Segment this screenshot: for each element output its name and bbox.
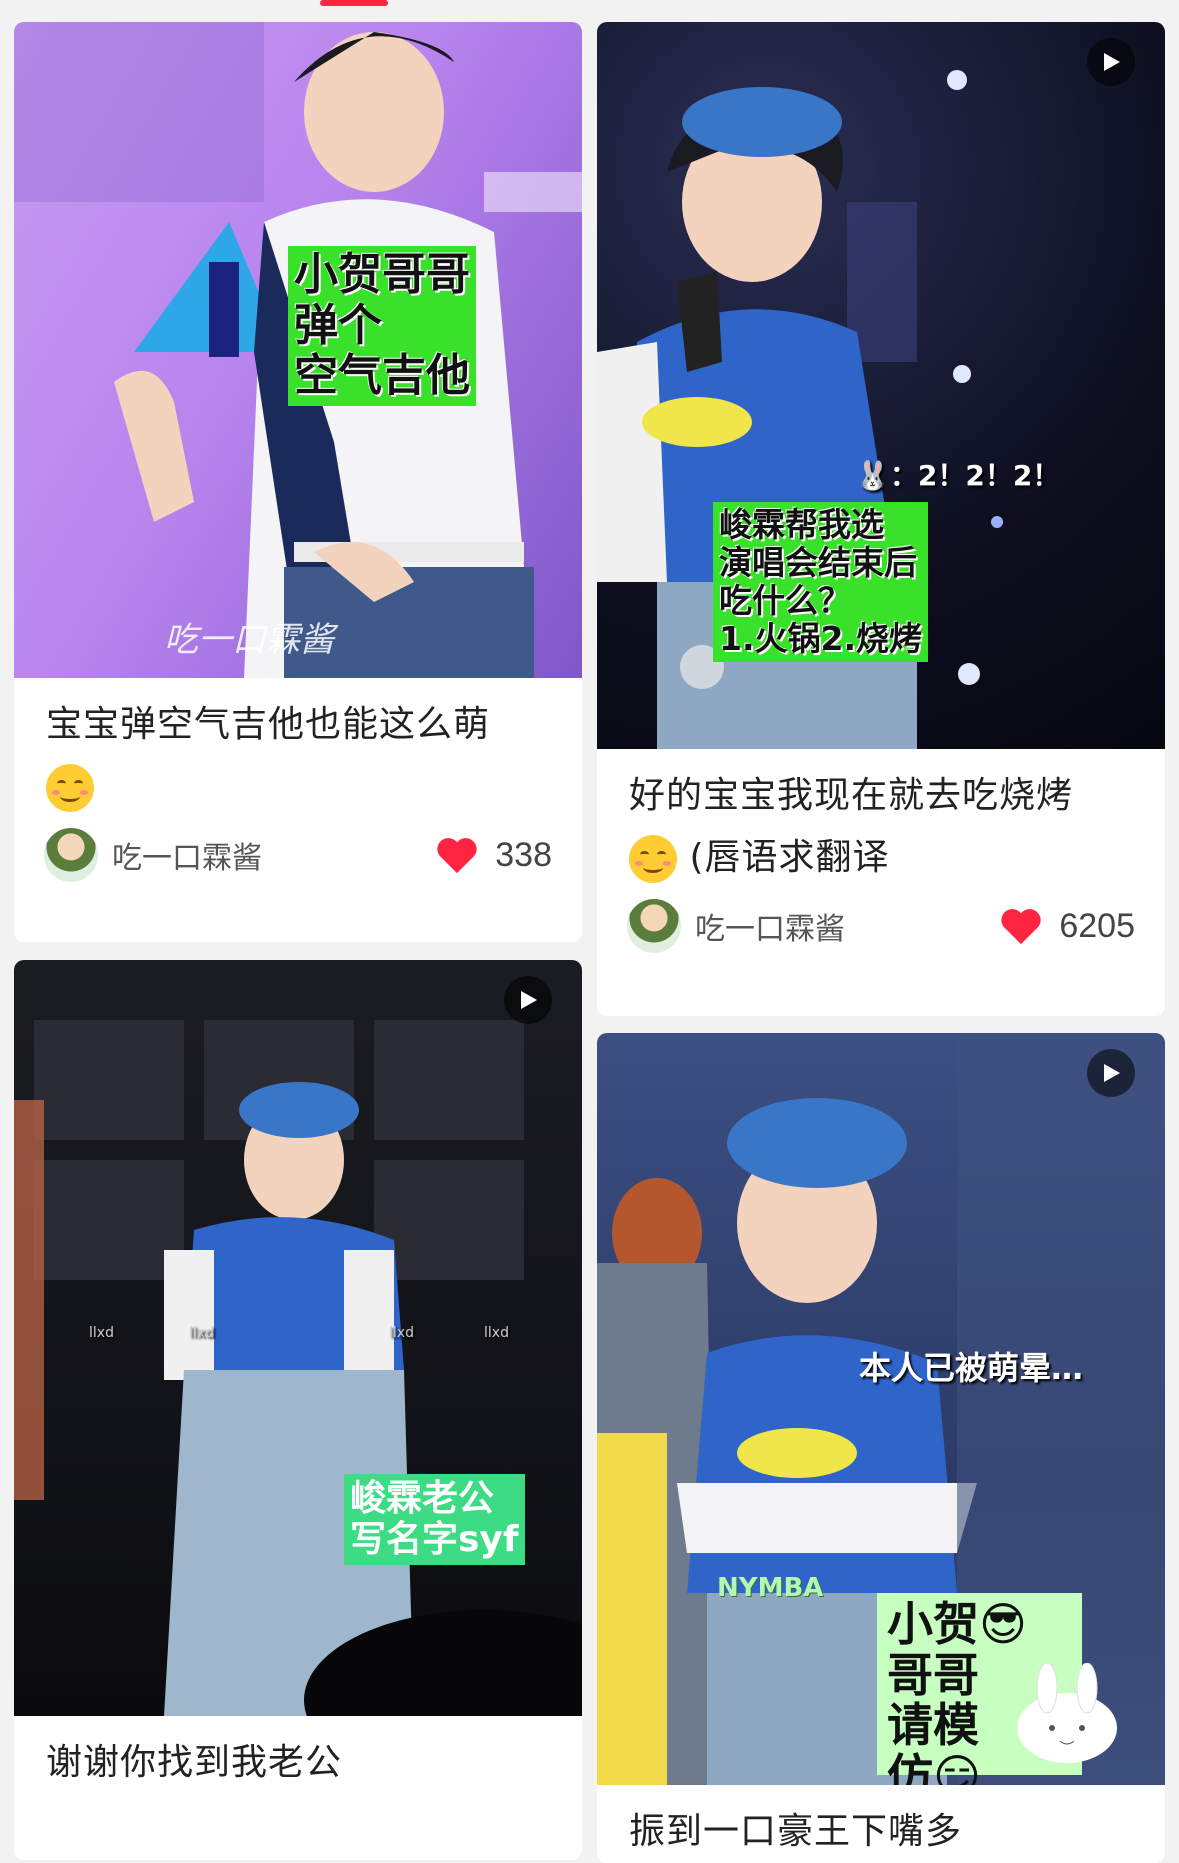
- play-icon: [1104, 1064, 1120, 1082]
- card-title[interactable]: 好的宝宝我现在就去吃烧烤 (唇语求翻译: [597, 749, 1165, 889]
- like-count: 6205: [1059, 906, 1135, 945]
- card-title[interactable]: 振到一口豪王下嘴多: [597, 1785, 1165, 1863]
- stage-label: llxd: [389, 1325, 414, 1341]
- feed-card-3[interactable]: llxd llxd llxd llxd 峻霖老公 写名字syf 谢谢你找到我老公: [14, 960, 582, 1860]
- stage-label: llxd: [484, 1325, 509, 1341]
- cover-caption: 🐰：2！2！2！: [855, 459, 1061, 492]
- cover-image[interactable]: 小贺哥哥 弹个 空气吉他 吃一口霖酱: [14, 22, 582, 678]
- cover-image[interactable]: llxd llxd llxd llxd 峻霖老公 写名字syf: [14, 960, 582, 1716]
- active-tab-indicator: [320, 0, 388, 6]
- cover-overlay-text: 峻霖老公 写名字syf: [344, 1474, 525, 1565]
- cover-overlay-text: 峻霖帮我选 演唱会结束后 吃什么？ 1.火锅2.烧烤: [713, 502, 928, 662]
- cover-overlay-text: 小贺哥哥 弹个 空气吉他: [288, 246, 476, 406]
- card-meta: 吃一口霖酱 338: [14, 818, 582, 906]
- play-button[interactable]: [1087, 1049, 1135, 1097]
- play-button[interactable]: [1087, 38, 1135, 86]
- author-name[interactable]: 吃一口霖酱: [695, 904, 999, 948]
- cover-watermark: 吃一口霖酱: [164, 620, 334, 660]
- feed-card-2[interactable]: 🐰：2！2！2！ 峻霖帮我选 演唱会结束后 吃什么？ 1.火锅2.烧烤 好的宝宝…: [597, 22, 1165, 1016]
- card-title[interactable]: 谢谢你找到我老公: [14, 1716, 582, 1794]
- heart-icon[interactable]: [435, 835, 479, 875]
- like-count: 338: [495, 835, 552, 874]
- cover-image[interactable]: 🐰：2！2！2！ 峻霖帮我选 演唱会结束后 吃什么？ 1.火锅2.烧烤: [597, 22, 1165, 749]
- play-icon: [1104, 53, 1120, 71]
- avatar[interactable]: [627, 899, 681, 953]
- feed-card-1[interactable]: 小贺哥哥 弹个 空气吉他 吃一口霖酱 宝宝弹空气吉他也能这么萌 吃一口霖酱 33…: [14, 22, 582, 942]
- avatar[interactable]: [44, 828, 98, 882]
- author-name[interactable]: 吃一口霖酱: [112, 833, 435, 877]
- play-icon: [521, 991, 537, 1009]
- card-meta: 吃一口霖酱 6205: [597, 889, 1165, 977]
- bunny-sticker-icon: [1017, 1663, 1117, 1763]
- play-button[interactable]: [504, 976, 552, 1024]
- stage-label: llxd: [189, 1325, 214, 1341]
- feed-card-4[interactable]: 本人已被萌晕… NYMBA 小贺😎哥哥 请模 仿😏 振到一口豪王下嘴多: [597, 1033, 1165, 1863]
- smiling-blush-emoji-icon: [46, 764, 94, 812]
- card-title[interactable]: 宝宝弹空气吉他也能这么萌: [14, 678, 582, 818]
- cover-caption: 本人已被萌晕…: [859, 1349, 1084, 1387]
- cover-logo: NYMBA: [717, 1573, 824, 1603]
- heart-icon[interactable]: [999, 906, 1043, 946]
- cover-image[interactable]: 本人已被萌晕… NYMBA 小贺😎哥哥 请模 仿😏: [597, 1033, 1165, 1785]
- drooling-emoji-icon: [629, 835, 677, 883]
- stage-label: llxd: [89, 1325, 114, 1341]
